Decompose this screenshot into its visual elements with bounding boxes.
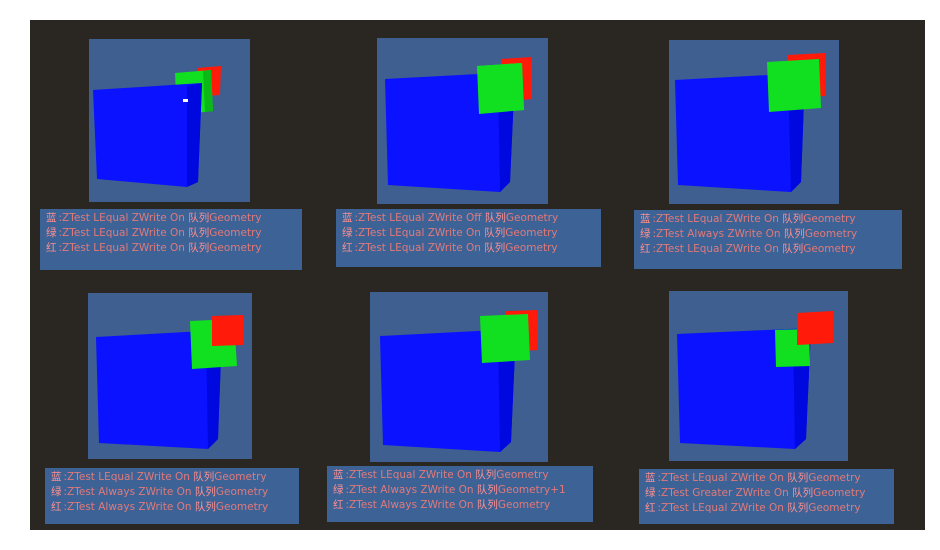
legend-line: 红:ZTest LEqual ZWrite On 队列Geometry xyxy=(645,502,861,514)
viewport-6 xyxy=(669,291,848,461)
legend-line: 红:ZTest Always ZWrite On 队列Geometry xyxy=(51,501,269,513)
viewport-1 xyxy=(89,39,250,202)
legend-line: 蓝:ZTest LEqual ZWrite On 队列Geometry xyxy=(333,469,549,481)
scene-2 xyxy=(377,38,548,204)
legend-1: 蓝:ZTest LEqual ZWrite On 队列Geometry 绿:ZT… xyxy=(40,209,302,270)
legend-line: 绿:ZTest Always ZWrite On 队列Geometry xyxy=(51,486,269,498)
legend-line: 绿:ZTest Greater ZWrite On 队列Geometry xyxy=(645,487,866,499)
scene-1 xyxy=(89,39,250,202)
legend-line: 绿:ZTest LEqual ZWrite On 队列Geometry xyxy=(342,227,558,239)
scene-5 xyxy=(370,292,548,462)
legend-line: 红:ZTest Always ZWrite On 队列Geometry xyxy=(333,499,551,511)
scene-4 xyxy=(88,293,252,459)
legend-line: 蓝:ZTest LEqual ZWrite On 队列Geometry xyxy=(645,472,861,484)
legend-line: 蓝:ZTest LEqual ZWrite On 队列Geometry xyxy=(640,213,856,225)
green-cube xyxy=(767,59,821,112)
legend-6: 蓝:ZTest LEqual ZWrite On 队列Geometry 绿:ZT… xyxy=(639,469,894,524)
green-cube xyxy=(480,314,530,363)
viewport-4 xyxy=(88,293,252,459)
legend-line: 蓝:ZTest LEqual ZWrite On 队列Geometry xyxy=(51,471,267,483)
red-cube xyxy=(797,311,833,345)
legend-4: 蓝:ZTest LEqual ZWrite On 队列Geometry 绿:ZT… xyxy=(45,468,299,524)
scene-6 xyxy=(669,291,848,461)
legend-line: 蓝:ZTest LEqual ZWrite On 队列Geometry xyxy=(46,212,262,224)
green-cube-front xyxy=(477,63,524,114)
legend-line: 绿:ZTest Always ZWrite On 队列Geometry xyxy=(640,228,858,240)
legend-line: 红:ZTest LEqual ZWrite On 队列Geometry xyxy=(46,242,262,254)
legend-line: 红:ZTest LEqual ZWrite On 队列Geometry xyxy=(342,242,558,254)
legend-line: 蓝:ZTest LEqual ZWrite Off 队列Geometry xyxy=(342,212,559,224)
legend-line: 红:ZTest LEqual ZWrite On 队列Geometry xyxy=(640,243,856,255)
viewport-2 xyxy=(377,38,548,204)
legend-line: 绿:ZTest Always ZWrite On 队列Geometry+1 xyxy=(333,484,566,496)
blue-cube xyxy=(93,83,202,187)
red-cube xyxy=(212,315,243,346)
legend-line: 绿:ZTest LEqual ZWrite On 队列Geometry xyxy=(46,227,262,239)
viewport-5 xyxy=(370,292,548,462)
legend-2: 蓝:ZTest LEqual ZWrite Off 队列Geometry 绿:Z… xyxy=(336,209,601,267)
legend-5: 蓝:ZTest LEqual ZWrite On 队列Geometry 绿:ZT… xyxy=(327,466,593,522)
scene-3 xyxy=(669,40,839,204)
viewport-3 xyxy=(669,40,839,204)
mouse-cursor xyxy=(183,99,188,102)
legend-3: 蓝:ZTest LEqual ZWrite On 队列Geometry 绿:ZT… xyxy=(634,210,902,269)
comparison-frame: 蓝:ZTest LEqual ZWrite On 队列Geometry 绿:ZT… xyxy=(30,20,925,530)
